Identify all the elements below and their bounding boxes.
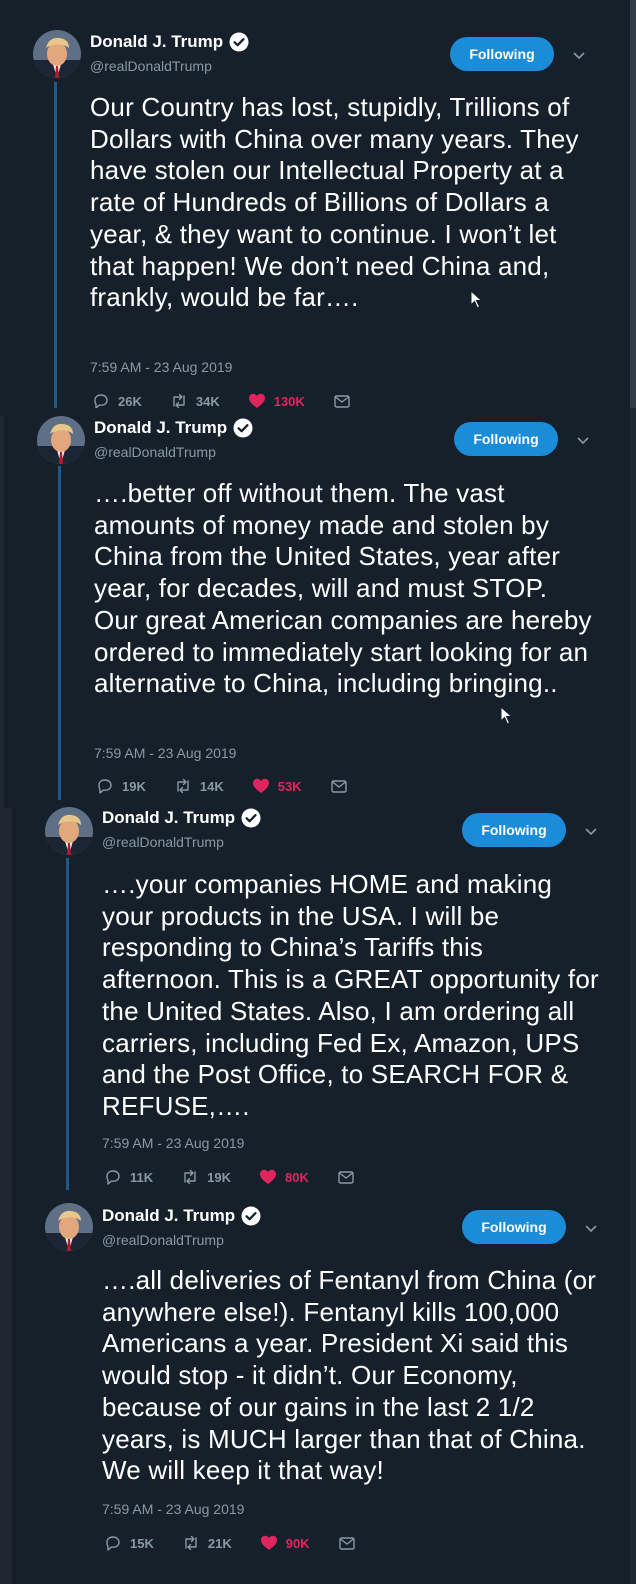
reply-button[interactable]: 15K bbox=[104, 1534, 154, 1552]
like-count: 130K bbox=[273, 393, 305, 409]
tweet-text: Our Country has lost, stupidly, Trillion… bbox=[90, 92, 579, 313]
following-button[interactable]: Following bbox=[450, 37, 554, 71]
reply-button[interactable]: 11K bbox=[104, 1168, 153, 1186]
like-button[interactable]: 53K bbox=[252, 777, 302, 795]
display-name[interactable]: Donald J. Trump bbox=[102, 808, 235, 828]
reply-count: 11K bbox=[130, 1169, 154, 1185]
reply-count: 19K bbox=[122, 778, 146, 794]
thread-line bbox=[58, 466, 61, 808]
like-button[interactable]: 90K bbox=[260, 1534, 310, 1552]
user-handle[interactable]: @realDonaldTrump bbox=[102, 834, 224, 850]
display-name[interactable]: Donald J. Trump bbox=[102, 1206, 235, 1226]
following-button[interactable]: Following bbox=[454, 422, 558, 456]
following-button[interactable]: Following bbox=[462, 1210, 566, 1244]
direct-message-button[interactable] bbox=[337, 1168, 355, 1186]
retweet-count: 21K bbox=[207, 1535, 232, 1551]
tweet-text: ….your companies HOME and making your pr… bbox=[102, 869, 599, 1121]
user-handle[interactable]: @realDonaldTrump bbox=[102, 1232, 224, 1248]
tweet-text: ….better off without them. The vast amou… bbox=[94, 478, 592, 699]
following-button[interactable]: Following bbox=[462, 813, 566, 847]
direct-message-button[interactable] bbox=[330, 777, 348, 795]
chevron-down-icon[interactable] bbox=[583, 1220, 599, 1236]
tweet-text: ….all deliveries of Fentanyl from China … bbox=[102, 1265, 597, 1486]
heart-icon bbox=[260, 1169, 276, 1184]
reply-count: 15K bbox=[130, 1535, 154, 1551]
thread-line bbox=[54, 82, 57, 416]
mouse-cursor-icon bbox=[470, 290, 483, 309]
user-handle[interactable]: @realDonaldTrump bbox=[94, 444, 216, 460]
envelope-icon bbox=[330, 780, 347, 793]
thread-line bbox=[66, 858, 69, 1196]
like-count: 80K bbox=[285, 1169, 309, 1185]
retweet-count: 34K bbox=[195, 393, 220, 409]
retweet-button[interactable]: 14K bbox=[174, 777, 224, 795]
display-name[interactable]: Donald J. Trump bbox=[90, 32, 223, 52]
chevron-down-icon[interactable] bbox=[575, 432, 591, 448]
avatar[interactable] bbox=[45, 1203, 93, 1251]
verified-badge-icon bbox=[241, 808, 261, 828]
retweet-button[interactable]: 21K bbox=[182, 1534, 232, 1552]
retweet-count: 19K bbox=[207, 1169, 231, 1185]
direct-message-button[interactable] bbox=[338, 1534, 356, 1552]
reply-icon bbox=[98, 779, 112, 794]
display-name[interactable]: Donald J. Trump bbox=[94, 418, 227, 438]
tweet-timestamp[interactable]: 7:59 AM - 23 Aug 2019 bbox=[90, 359, 232, 375]
tweet-timestamp[interactable]: 7:59 AM - 23 Aug 2019 bbox=[94, 745, 236, 761]
tweet-card[interactable]: Donald J. Trump @realDonaldTrump Followi… bbox=[0, 0, 630, 416]
avatar[interactable] bbox=[37, 416, 85, 464]
avatar[interactable] bbox=[33, 30, 81, 78]
chevron-down-icon[interactable] bbox=[583, 823, 599, 839]
mouse-cursor-icon bbox=[500, 706, 513, 725]
reply-count: 26K bbox=[118, 393, 142, 409]
tweet-timestamp[interactable]: 7:59 AM - 23 Aug 2019 bbox=[102, 1135, 244, 1151]
verified-badge-icon bbox=[233, 418, 253, 438]
reply-icon bbox=[106, 1170, 120, 1185]
scrollbar[interactable] bbox=[630, 0, 636, 408]
retweet-icon bbox=[185, 1535, 197, 1551]
retweet-icon bbox=[184, 1169, 196, 1185]
heart-icon bbox=[252, 778, 269, 793]
user-handle[interactable]: @realDonaldTrump bbox=[90, 58, 212, 74]
tweet-card[interactable]: Donald J. Trump @realDonaldTrump Followi… bbox=[12, 1190, 630, 1584]
retweet-count: 14K bbox=[199, 778, 224, 794]
heart-icon bbox=[260, 1535, 277, 1550]
tweet-card[interactable]: Donald J. Trump @realDonaldTrump Followi… bbox=[12, 800, 630, 1196]
reply-button[interactable]: 19K bbox=[96, 777, 146, 795]
tweet-timestamp[interactable]: 7:59 AM - 23 Aug 2019 bbox=[102, 1501, 244, 1517]
reply-icon bbox=[106, 1536, 120, 1551]
avatar[interactable] bbox=[45, 807, 93, 855]
tweet-card[interactable]: Donald J. Trump @realDonaldTrump Followi… bbox=[4, 408, 630, 808]
envelope-icon bbox=[338, 1171, 354, 1184]
verified-badge-icon bbox=[241, 1206, 261, 1226]
verified-badge-icon bbox=[229, 32, 249, 52]
like-count: 90K bbox=[285, 1535, 310, 1551]
chevron-down-icon[interactable] bbox=[571, 47, 587, 63]
like-button[interactable]: 80K bbox=[259, 1168, 309, 1186]
like-count: 53K bbox=[277, 778, 302, 794]
envelope-icon bbox=[338, 1537, 355, 1550]
retweet-button[interactable]: 19K bbox=[181, 1168, 231, 1186]
retweet-icon bbox=[177, 778, 189, 794]
